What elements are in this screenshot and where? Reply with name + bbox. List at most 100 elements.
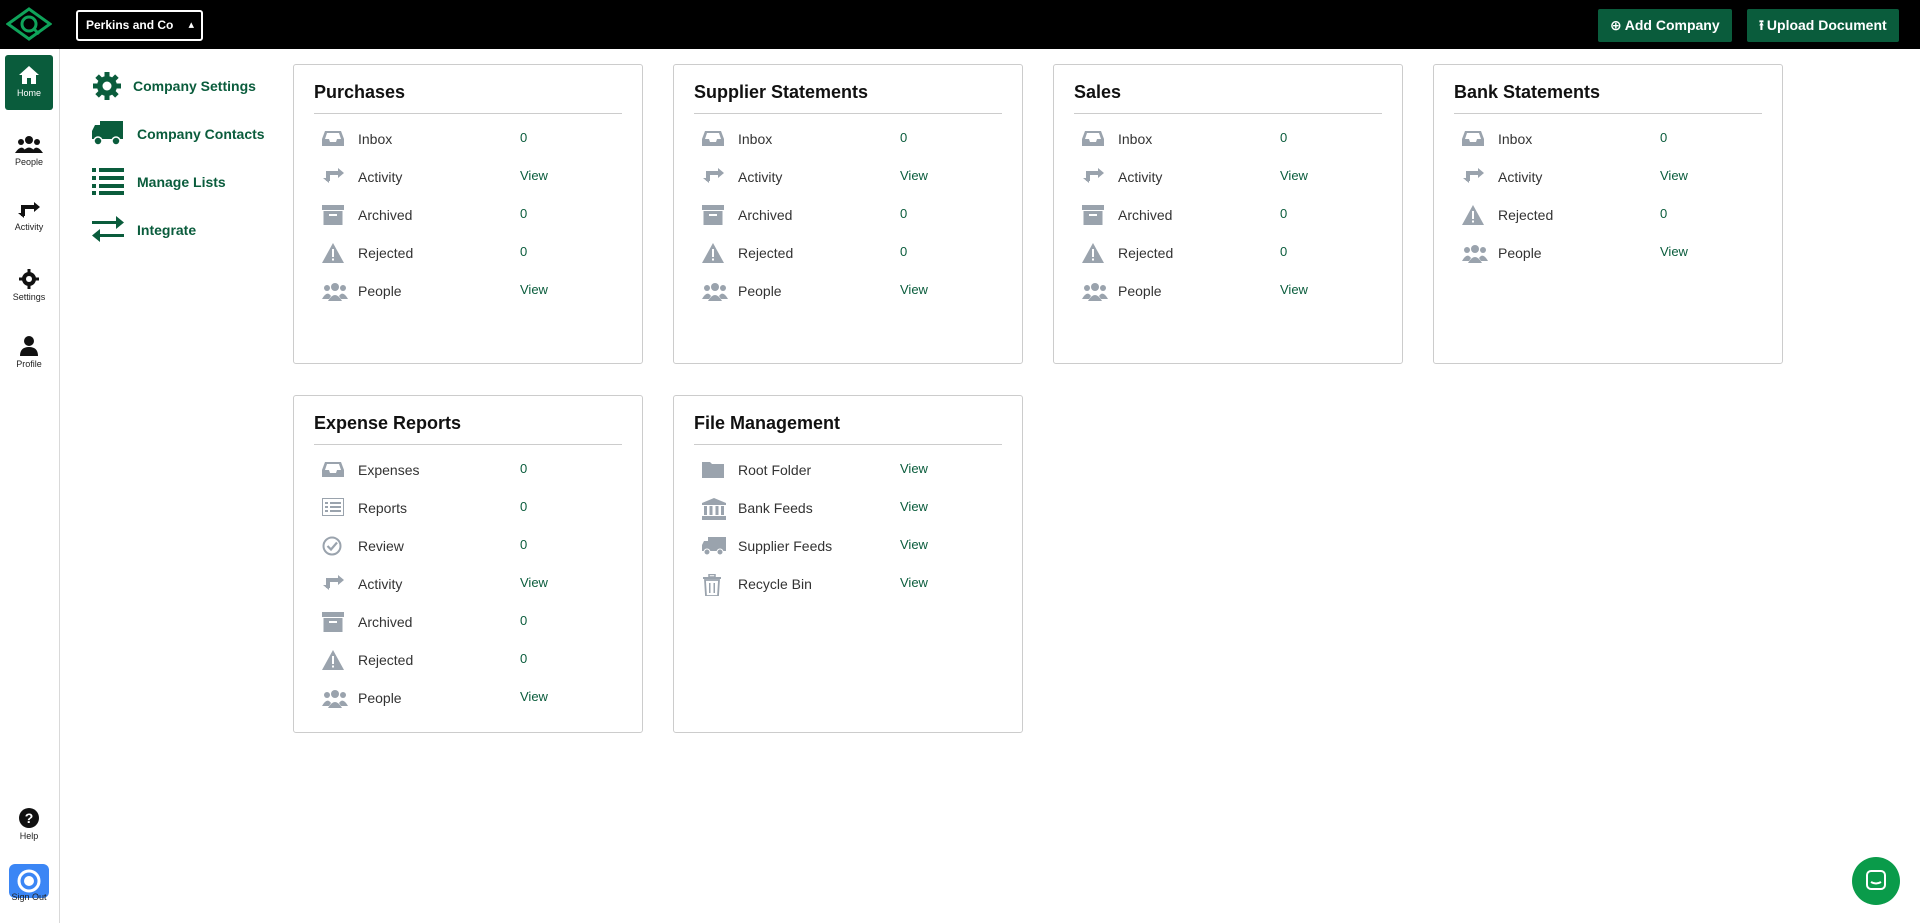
count-value[interactable]: 0 — [900, 244, 907, 259]
list-item[interactable]: Rejected 0 — [702, 241, 1002, 265]
row-label: Inbox — [1498, 131, 1533, 147]
count-value[interactable]: 0 — [520, 461, 527, 476]
count-value[interactable]: 0 — [1660, 206, 1667, 221]
list-item[interactable]: Inbox 0 — [1082, 127, 1382, 151]
card-bank-statements: Bank Statements Inbox 0 Activity View Reject… — [1433, 64, 1783, 364]
row-label: Activity — [1498, 169, 1543, 185]
rail-item-signout[interactable]: Sign Out — [5, 862, 53, 910]
rail-item-activity[interactable]: Activity — [5, 191, 53, 246]
rail-label-activity: Activity — [14, 222, 44, 232]
rail-item-people[interactable]: People — [5, 124, 53, 179]
list-item[interactable]: Rejected 0 — [322, 241, 622, 265]
list-item[interactable]: Root Folder View — [702, 458, 1002, 482]
list-item[interactable]: Inbox 0 — [1462, 127, 1762, 151]
list-item[interactable]: People View — [322, 686, 622, 710]
row-label: Activity — [358, 576, 403, 592]
exchange-icon — [92, 216, 124, 242]
row-label: Archived — [1118, 207, 1173, 223]
list-item[interactable]: Archived 0 — [702, 203, 1002, 227]
list-item[interactable]: Activity View — [702, 165, 1002, 189]
row-label: People — [358, 283, 402, 299]
list-item[interactable]: Inbox 0 — [702, 127, 1002, 151]
nav-manage-lists-label: Manage Lists — [137, 174, 226, 190]
archive-icon — [1082, 205, 1106, 225]
row-label: Bank Feeds — [738, 500, 813, 516]
list-item[interactable]: People View — [1082, 279, 1382, 303]
people-icon — [1082, 281, 1108, 301]
rail-item-profile[interactable]: Profile — [5, 326, 53, 381]
count-value[interactable]: 0 — [1660, 130, 1667, 145]
view-link[interactable]: View — [520, 689, 548, 704]
list-item[interactable]: Archived 0 — [322, 610, 622, 634]
list-item[interactable]: People View — [1462, 241, 1762, 265]
card-title: Supplier Statements — [694, 82, 869, 102]
add-company-label: Add Company — [1624, 17, 1720, 33]
card-title: Sales — [1074, 82, 1122, 102]
list-item[interactable]: Rejected 0 — [1462, 203, 1762, 227]
list-item[interactable]: Activity View — [1082, 165, 1382, 189]
list-item[interactable]: Activity View — [1462, 165, 1762, 189]
count-value[interactable]: 0 — [1280, 244, 1287, 259]
count-value[interactable]: 0 — [520, 206, 527, 221]
gear-icon — [19, 269, 39, 289]
row-label: People — [358, 690, 402, 706]
count-value[interactable]: 0 — [520, 651, 527, 666]
view-link[interactable]: View — [900, 575, 928, 590]
people-icon — [322, 688, 348, 708]
count-value[interactable]: 0 — [1280, 206, 1287, 221]
rail-item-home[interactable]: Home — [5, 55, 53, 110]
gear-icon — [93, 72, 121, 100]
list-item[interactable]: People View — [322, 279, 622, 303]
view-link[interactable]: View — [1280, 168, 1308, 183]
view-link[interactable]: View — [1660, 244, 1688, 259]
view-link[interactable]: View — [900, 461, 928, 476]
list-item[interactable]: Expenses 0 — [322, 458, 622, 482]
view-link[interactable]: View — [520, 282, 548, 297]
card-sales: Sales Inbox 0 Activity View Archived 0 Rejecte… — [1053, 64, 1403, 364]
count-value[interactable]: 0 — [900, 206, 907, 221]
company-name: Perkins and Co — [86, 18, 174, 32]
list-item[interactable]: Inbox 0 — [322, 127, 622, 151]
list-item[interactable]: Bank Feeds View — [702, 496, 1002, 520]
count-value[interactable]: 0 — [520, 244, 527, 259]
list-item[interactable]: Activity View — [322, 572, 622, 596]
count-value[interactable]: 0 — [900, 130, 907, 145]
list-item[interactable]: Archived 0 — [1082, 203, 1382, 227]
list-item[interactable]: Activity View — [322, 165, 622, 189]
inbox-icon — [322, 129, 346, 149]
row-label: Root Folder — [738, 462, 812, 478]
count-value[interactable]: 0 — [520, 537, 527, 552]
list-item[interactable]: Archived 0 — [322, 203, 622, 227]
list-item[interactable]: Rejected 0 — [1082, 241, 1382, 265]
card-title: Bank Statements — [1454, 82, 1601, 102]
list-item[interactable]: People View — [702, 279, 1002, 303]
upload-document-button[interactable]: ⭱ Upload Document — [1747, 9, 1899, 42]
view-link[interactable]: View — [900, 537, 928, 552]
add-company-button[interactable]: ⊕ Add Company — [1598, 9, 1732, 42]
list-item[interactable]: Supplier Feeds View — [702, 534, 1002, 558]
row-label: Activity — [358, 169, 403, 185]
view-link[interactable]: View — [900, 168, 928, 183]
row-label: Inbox — [1118, 131, 1153, 147]
company-selector[interactable]: Perkins and Co ▴ ▾ — [76, 10, 203, 58]
row-label: Rejected — [738, 245, 794, 261]
list-item[interactable]: Review 0 — [322, 534, 622, 558]
view-link[interactable]: View — [520, 575, 548, 590]
count-value[interactable]: 0 — [1280, 130, 1287, 145]
rail-item-help[interactable]: ? Help — [5, 798, 53, 853]
view-link[interactable]: View — [900, 282, 928, 297]
list-item[interactable]: Rejected 0 — [322, 648, 622, 672]
chat-button[interactable] — [1852, 857, 1900, 905]
list-item[interactable]: Reports 0 — [321, 496, 622, 520]
eye-logo-icon[interactable] — [6, 7, 52, 41]
count-value[interactable]: 0 — [520, 613, 527, 628]
rail-item-settings[interactable]: Settings — [5, 259, 53, 314]
list-item[interactable]: Recycle Bin View — [702, 572, 1002, 597]
view-link[interactable]: View — [1280, 282, 1308, 297]
view-link[interactable]: View — [1660, 168, 1688, 183]
view-link[interactable]: View — [520, 168, 548, 183]
view-link[interactable]: View — [900, 499, 928, 514]
count-value[interactable]: 0 — [520, 499, 527, 514]
count-value[interactable]: 0 — [520, 130, 527, 145]
row-label: Inbox — [738, 131, 773, 147]
